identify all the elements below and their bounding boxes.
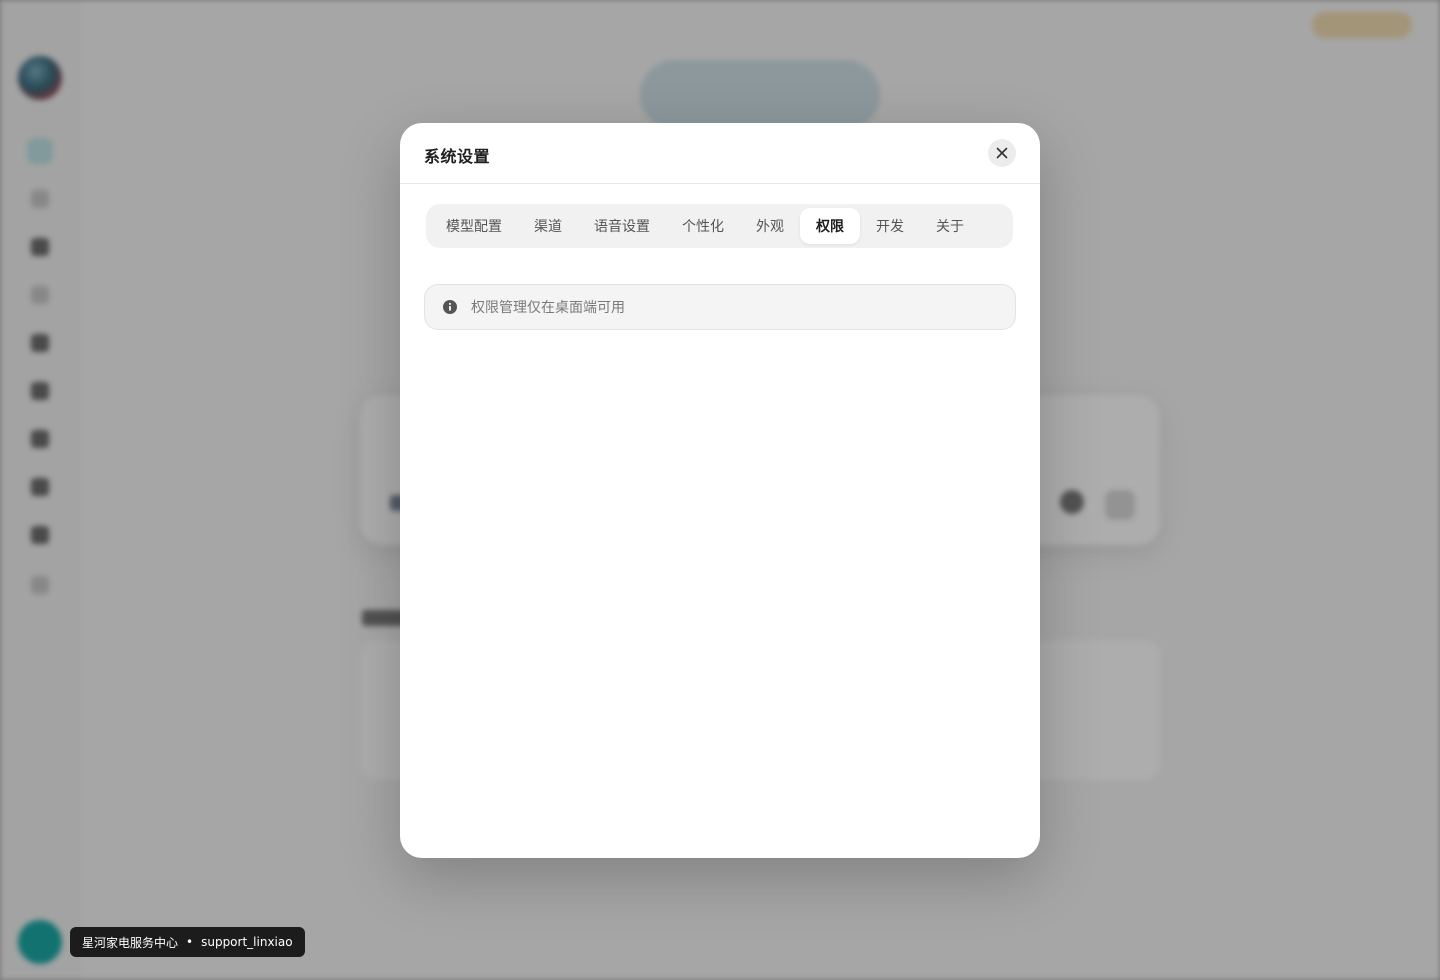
tab-channels[interactable]: 渠道	[518, 208, 578, 244]
tab-voice-settings[interactable]: 语音设置	[578, 208, 666, 244]
tooltip-separator: •	[186, 935, 194, 949]
tooltip-org: 星河家电服务中心	[82, 935, 179, 950]
info-icon	[443, 300, 457, 314]
modal-header: 系统设置	[400, 123, 1040, 184]
user-tooltip: 星河家电服务中心 • support_linxiao	[70, 927, 305, 957]
permissions-notice: 权限管理仅在桌面端可用	[424, 284, 1016, 330]
tab-personalization[interactable]: 个性化	[666, 208, 740, 244]
modal-title: 系统设置	[424, 147, 491, 166]
tab-appearance[interactable]: 外观	[740, 208, 800, 244]
close-button[interactable]	[988, 139, 1016, 167]
tab-permissions[interactable]: 权限	[800, 208, 860, 244]
tooltip-username: support_linxiao	[201, 935, 293, 949]
tab-about[interactable]: 关于	[920, 208, 980, 244]
settings-modal: 系统设置 模型配置 渠道 语音设置 个性化 外观 权限 开发 关于 权限管理仅在…	[400, 123, 1040, 858]
close-icon	[996, 147, 1008, 159]
settings-tabs: 模型配置 渠道 语音设置 个性化 外观 权限 开发 关于	[426, 204, 1013, 248]
tab-developer[interactable]: 开发	[860, 208, 920, 244]
notice-text: 权限管理仅在桌面端可用	[471, 300, 625, 316]
tab-model-config[interactable]: 模型配置	[430, 208, 518, 244]
